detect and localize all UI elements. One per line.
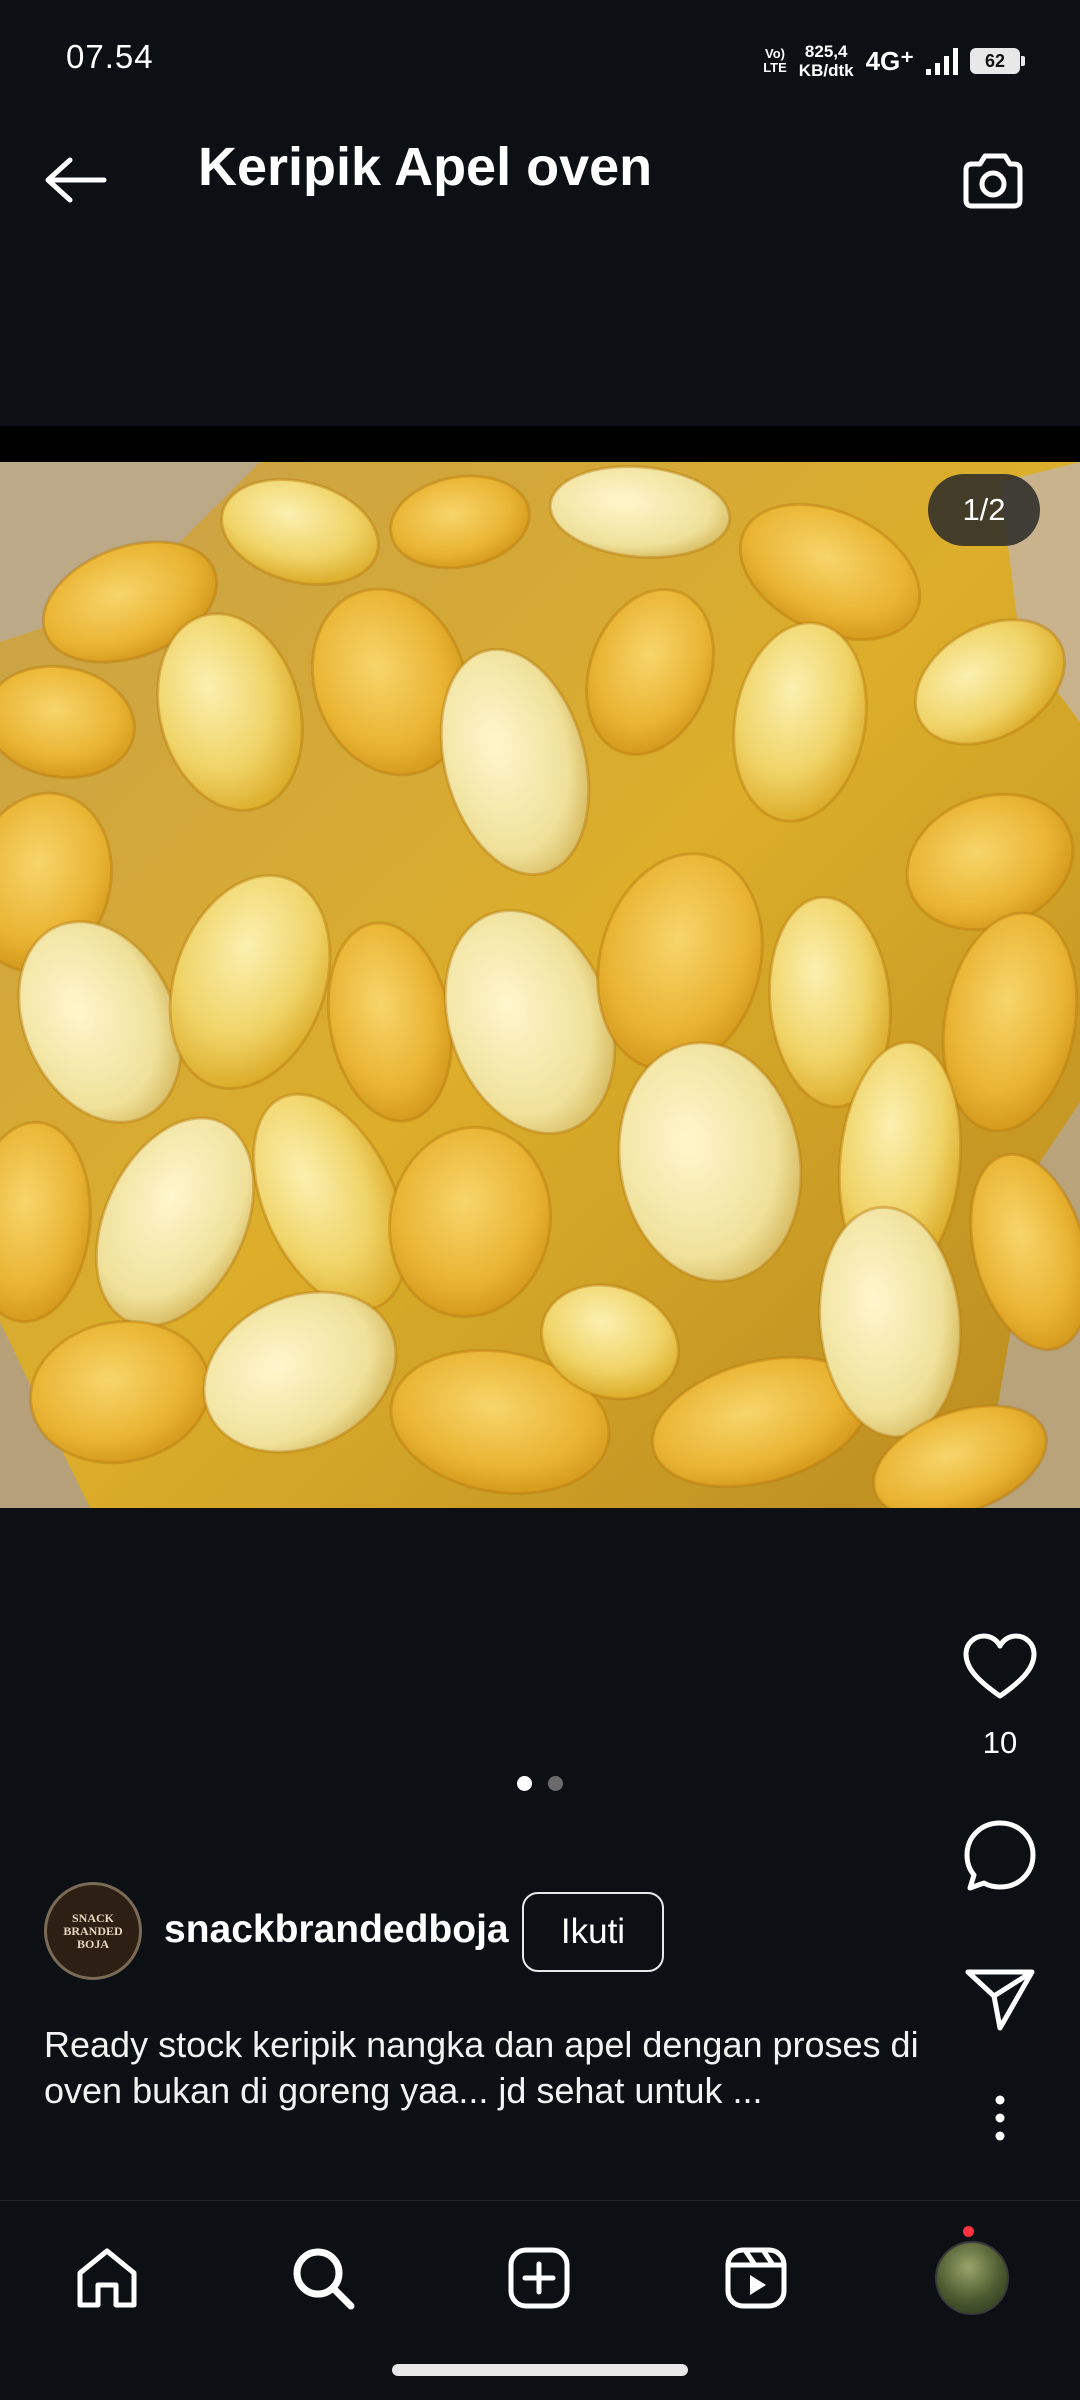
more-vertical-icon (995, 2095, 1005, 2141)
status-bar: 07.54 Vo) LTE 825,4 KB/dtk 4G⁺ 62 (0, 0, 1080, 92)
nav-home[interactable] (62, 2233, 152, 2323)
comment-icon (964, 1820, 1036, 1891)
battery-icon: 62 (970, 48, 1025, 74)
create-icon (508, 2247, 570, 2309)
author-username[interactable]: snackbrandedboja (164, 1908, 509, 1952)
nav-search[interactable] (278, 2233, 368, 2323)
follow-button[interactable]: Ikuti (522, 1892, 664, 1972)
post-top-strip (0, 426, 1080, 462)
like-button[interactable] (962, 1632, 1038, 1707)
home-indicator[interactable] (392, 2364, 688, 2376)
send-icon (965, 1969, 1035, 2031)
home-icon (77, 2248, 137, 2308)
carousel-dot-active (517, 1776, 532, 1791)
share-action[interactable] (952, 1966, 1048, 2032)
like-action: 10 (952, 1632, 1048, 1761)
nav-create[interactable] (494, 2233, 584, 2323)
search-icon (293, 2248, 355, 2310)
network-speed: 825,4 KB/dtk (798, 42, 854, 80)
status-icons: Vo) LTE 825,4 KB/dtk 4G⁺ 62 (763, 40, 1025, 82)
post-image[interactable] (0, 462, 1080, 1508)
notification-dot (963, 2226, 974, 2237)
profile-avatar (935, 2241, 1009, 2315)
comment-action[interactable] (952, 1818, 1048, 1894)
carousel-dot (548, 1776, 563, 1791)
volte-indicator: Vo) LTE (763, 46, 787, 75)
arrow-left-icon (45, 157, 107, 203)
like-count[interactable]: 10 (983, 1725, 1017, 1761)
status-time: 07.54 (66, 38, 154, 75)
post-photo (0, 462, 1080, 1508)
carousel-dots (0, 1776, 1080, 1791)
nav-profile[interactable] (927, 2233, 1017, 2323)
more-options-button[interactable] (952, 2094, 1048, 2142)
camera-icon (963, 153, 1023, 209)
header: Keripik Apel oven (0, 92, 1080, 252)
reels-icon (725, 2247, 787, 2309)
heart-icon (963, 1633, 1037, 1699)
post-caption[interactable]: Ready stock keripik nangka dan apel deng… (44, 2022, 924, 2114)
image-counter-badge: 1/2 (928, 474, 1040, 546)
nav-reels[interactable] (711, 2233, 801, 2323)
signal-icon (926, 47, 958, 75)
back-button[interactable] (40, 144, 112, 216)
network-type: 4G⁺ (865, 45, 914, 76)
page-title: Keripik Apel oven (198, 137, 653, 197)
author-avatar[interactable]: SNACK BRANDED BOJA (44, 1882, 142, 1980)
camera-button[interactable] (952, 140, 1032, 220)
